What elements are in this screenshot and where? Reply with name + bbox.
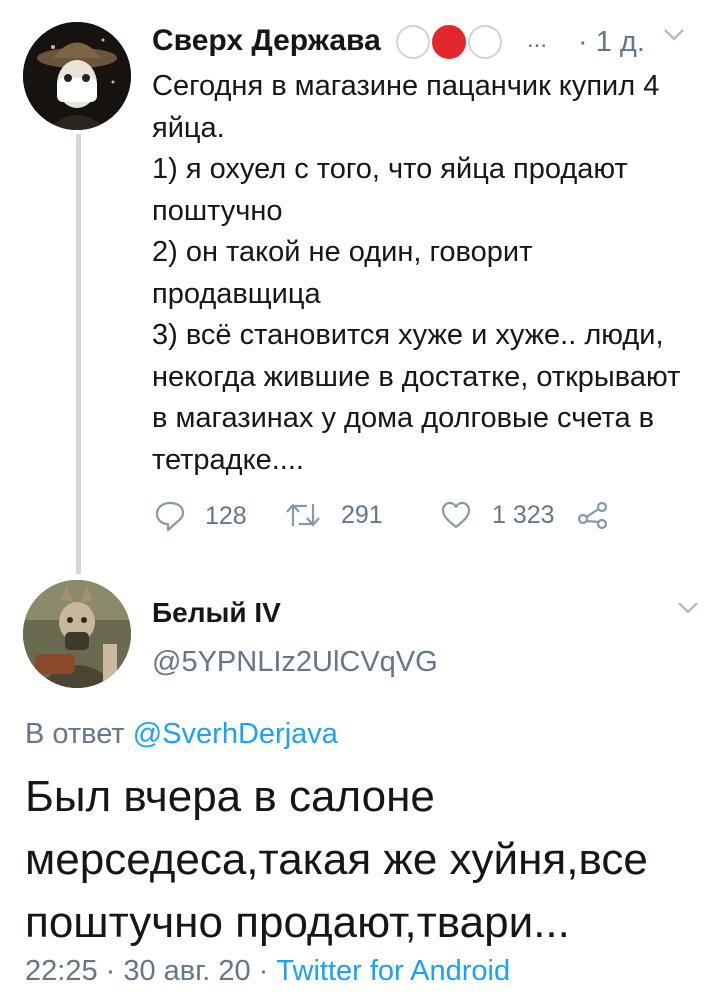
source-app-link[interactable]: Twitter for Android <box>276 955 510 987</box>
tweet-line: 1) я охуел с того, что яйца продают пошт… <box>152 153 628 227</box>
reply-icon <box>155 501 185 532</box>
author-name[interactable]: Сверх Держава <box>152 24 381 58</box>
name-ellipsis: ... <box>527 26 548 53</box>
red-circle-icon <box>432 25 466 59</box>
in-reply-prefix: В ответ <box>25 718 125 750</box>
retweet-icon <box>286 503 320 527</box>
tweet-line: 3) всё становится хуже и хуже.. люди, не… <box>152 319 681 476</box>
share-icon <box>577 501 608 530</box>
avatar[interactable] <box>23 22 131 130</box>
avatar[interactable] <box>23 580 131 688</box>
reply-author-handle[interactable]: @5YPNLIz2UlCVqVG <box>152 646 438 679</box>
thread-line <box>76 134 81 574</box>
like-button[interactable]: 1 323 <box>440 500 555 530</box>
in-reply-handle-link[interactable]: @SverhDerjava <box>133 718 338 750</box>
white-circle-icon <box>468 25 502 59</box>
like-icon <box>441 501 471 529</box>
reply-author-name[interactable]: Белый IV <box>152 597 281 629</box>
retweet-count: 291 <box>341 500 383 529</box>
tweet-line: 2) он такой не один, говорит продавщица <box>152 236 533 310</box>
in-reply-to: В ответ @SverhDerjava <box>25 718 338 751</box>
emoji-badges <box>396 25 502 59</box>
white-circle-icon <box>396 25 430 59</box>
tweet-text: Сегодня в магазине пацанчик купил 4 яйца… <box>152 66 697 481</box>
reply-count: 128 <box>205 501 247 530</box>
reply-meta: 22:25 · 30 авг. 20 · Twitter for Android <box>25 955 510 988</box>
like-count: 1 323 <box>492 500 555 529</box>
tweet-actions: 128 291 1 323 <box>155 500 625 540</box>
retweet-button[interactable]: 291 <box>285 500 383 530</box>
share-button[interactable] <box>577 500 609 530</box>
reply-text: Был вчера в салоне мерседеса,такая же ху… <box>25 772 648 947</box>
tweet-time[interactable]: · 1 д. <box>578 26 645 59</box>
tweet-line: Сегодня в магазине пацанчик купил 4 яйца… <box>152 70 660 144</box>
chevron-down-icon[interactable] <box>677 601 699 620</box>
reply-timestamp: 22:25 · 30 авг. 20 · <box>25 955 269 987</box>
reply-button[interactable]: 128 <box>155 500 247 532</box>
chevron-down-icon[interactable] <box>663 28 685 47</box>
